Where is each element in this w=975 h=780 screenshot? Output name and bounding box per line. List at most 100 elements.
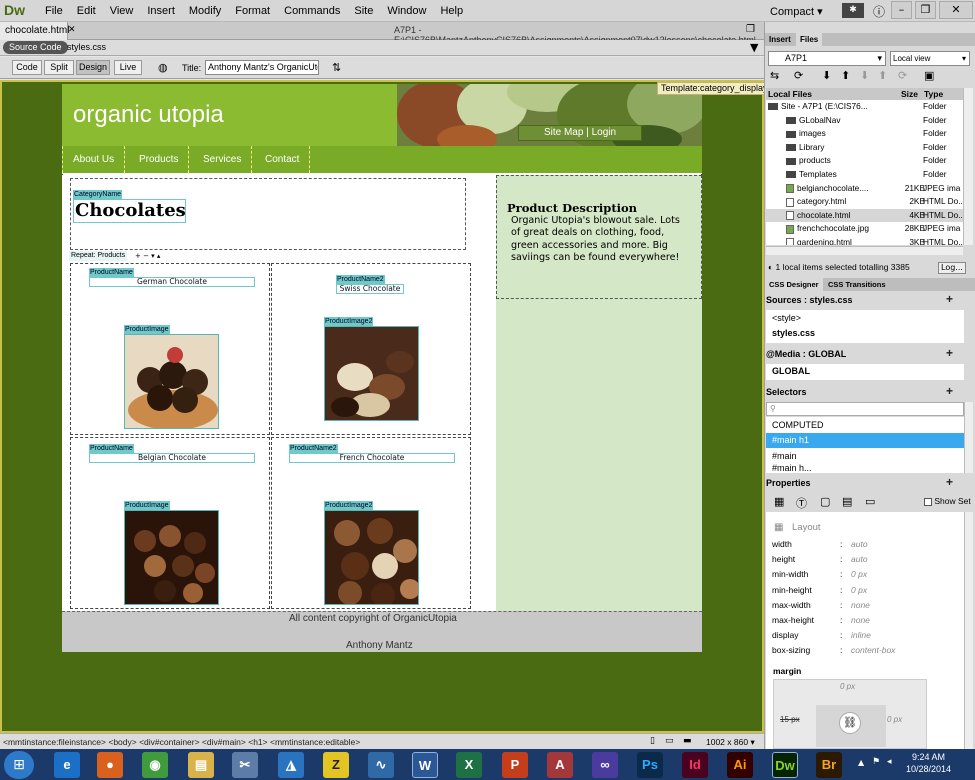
expand-icon[interactable]: ▣ [924, 69, 934, 82]
tab-css-transitions[interactable]: CSS Transitions [824, 278, 890, 291]
file-row[interactable]: Library Folder [766, 141, 963, 155]
file-list-hscrollbar[interactable] [766, 246, 963, 255]
source-item[interactable]: styles.css [766, 326, 964, 341]
file-list-scrollbar[interactable] [963, 88, 973, 245]
internet-explorer-icon[interactable]: e [54, 752, 80, 778]
add-selector-icon[interactable]: + [946, 384, 953, 398]
add-property-icon[interactable]: + [946, 475, 953, 489]
minimize-button[interactable]: – [891, 1, 912, 19]
title-field[interactable]: Anthony Mantz's OrganicUtopia [205, 60, 319, 75]
onenote-icon[interactable]: ∞ [592, 752, 618, 778]
file-row[interactable]: gardening.html 3KB HTML Do... [766, 236, 963, 245]
menu-help[interactable]: Help [433, 5, 470, 17]
property-value[interactable]: 0 px [851, 569, 867, 579]
sitemap-login-link[interactable]: Site Map | Login [518, 125, 642, 141]
view-select[interactable]: Local view ▾ [890, 51, 970, 66]
menu-site[interactable]: Site [347, 5, 380, 17]
background-category-icon[interactable]: ▤ [842, 495, 852, 508]
word-icon[interactable]: W [412, 752, 438, 778]
tray-flag-icon[interactable]: ⚑ [872, 757, 880, 767]
file-row[interactable]: Site - A7P1 (E:\CIS76... Folder [766, 100, 963, 114]
properties-scrollbar[interactable] [964, 512, 973, 749]
product-name[interactable]: Belgian Chocolate [89, 453, 255, 463]
file-row[interactable]: chocolate.html 4KB HTML Do... [766, 208, 963, 223]
source-item[interactable]: <style> [766, 311, 964, 326]
file-row[interactable]: belgianchocolate.... 21KB JPEG ima [766, 182, 963, 196]
menu-view[interactable]: View [103, 5, 141, 17]
network-tool-icon[interactable]: ∿ [368, 752, 394, 778]
file-management-icon[interactable]: ⇅ [332, 61, 341, 74]
log-button[interactable]: Log... [938, 262, 966, 274]
volume-icon[interactable]: ◂ [887, 757, 892, 767]
refresh-icon[interactable]: ⟳ [794, 69, 803, 82]
nav-services[interactable]: Services [193, 146, 253, 173]
media-item[interactable]: GLOBAL [766, 364, 964, 379]
system-clock[interactable]: 9:24 AM 10/28/2014 [906, 751, 951, 775]
belgian-chocolate-image[interactable] [124, 510, 219, 605]
bridge-icon[interactable]: Br [816, 752, 842, 778]
illustrator-icon[interactable]: Ai [727, 752, 753, 778]
mobile-size-icon[interactable]: ▯ [650, 736, 655, 746]
firefox-icon[interactable]: ● [97, 752, 123, 778]
window-size[interactable]: 1002 x 860 ▾ [706, 737, 755, 748]
file-row[interactable]: category.html 2KB HTML Do... [766, 195, 963, 209]
selectors-scrollbar[interactable] [964, 402, 973, 473]
french-chocolate-image[interactable] [324, 510, 419, 605]
property-value[interactable]: 0 px [851, 585, 867, 595]
property-value[interactable]: none [851, 600, 870, 610]
show-set-checkbox[interactable]: Show Set [924, 496, 971, 506]
property-value[interactable]: auto [851, 539, 868, 549]
design-view-button[interactable]: Design [76, 60, 110, 75]
powerpoint-icon[interactable]: P [502, 752, 528, 778]
code-view-button[interactable]: Code [12, 60, 42, 75]
selector-item[interactable]: COMPUTED [766, 418, 964, 433]
get-files-icon[interactable]: ⬇ [822, 69, 831, 82]
menu-modify[interactable]: Modify [182, 5, 228, 17]
german-chocolate-image[interactable] [124, 334, 219, 429]
swiss-chocolate-image[interactable] [324, 326, 419, 421]
tab-insert[interactable]: Insert [765, 33, 795, 46]
product-name[interactable]: German Chocolate [89, 277, 255, 287]
indesign-icon[interactable]: Id [682, 752, 708, 778]
text-category-icon[interactable]: Ⓣ [796, 495, 807, 511]
live-view-button[interactable]: Live [114, 60, 142, 75]
more-category-icon[interactable]: ▭ [865, 495, 875, 508]
workspace-switcher[interactable]: Compact ▾ [770, 5, 823, 18]
put-files-icon[interactable]: ⬆ [841, 69, 850, 82]
source-code-button[interactable]: Source Code [3, 41, 68, 54]
connect-icon[interactable]: ⇆ [770, 69, 779, 82]
chrome-icon[interactable]: ◉ [142, 752, 168, 778]
tray-arrow-icon[interactable]: ▲ [858, 758, 864, 767]
sync-icon[interactable]: ⟳ [898, 69, 907, 82]
access-icon[interactable]: A [547, 752, 573, 778]
menu-edit[interactable]: Edit [70, 5, 103, 17]
tag-selector[interactable]: <mmtinstance:fileinstance> <body> <div#c… [3, 737, 360, 747]
link-margins-icon[interactable]: ⛓ [839, 712, 861, 734]
menu-format[interactable]: Format [228, 5, 277, 17]
product-name[interactable]: French Chocolate [289, 453, 455, 463]
menu-commands[interactable]: Commands [277, 5, 347, 17]
checkin-icon[interactable]: ⬆ [878, 69, 887, 82]
tablet-size-icon[interactable]: ▭ [665, 736, 674, 746]
related-file-styles[interactable]: styles.css [67, 42, 106, 52]
margin-right-value[interactable]: 0 px [887, 715, 902, 724]
excel-icon[interactable]: X [456, 752, 482, 778]
site-select[interactable]: A7P1 ▾ [768, 51, 886, 66]
help-icon[interactable]: ⓘ [873, 3, 885, 20]
snipping-tool-icon[interactable]: ✂ [232, 752, 258, 778]
category-heading[interactable]: Chocolates [73, 199, 186, 223]
menu-file[interactable]: File [38, 5, 70, 17]
start-button[interactable]: ⊞ [4, 751, 34, 779]
property-value[interactable]: none [851, 615, 870, 625]
filter-icon[interactable]: ▼ [750, 41, 758, 54]
menu-insert[interactable]: Insert [140, 5, 182, 17]
split-view-button[interactable]: Split [44, 60, 74, 75]
nav-contact[interactable]: Contact [255, 146, 311, 173]
property-value[interactable]: auto [851, 554, 868, 564]
tab-chocolate-html[interactable]: chocolate.html [0, 22, 69, 40]
selector-item[interactable]: #main h... [766, 464, 964, 473]
margin-top-value[interactable]: 0 px [840, 682, 855, 691]
layout-category-icon[interactable]: ▦ [774, 495, 784, 508]
close-tab-icon[interactable]: ✕ [68, 25, 76, 35]
photoshop-icon[interactable]: Ps [637, 752, 663, 778]
